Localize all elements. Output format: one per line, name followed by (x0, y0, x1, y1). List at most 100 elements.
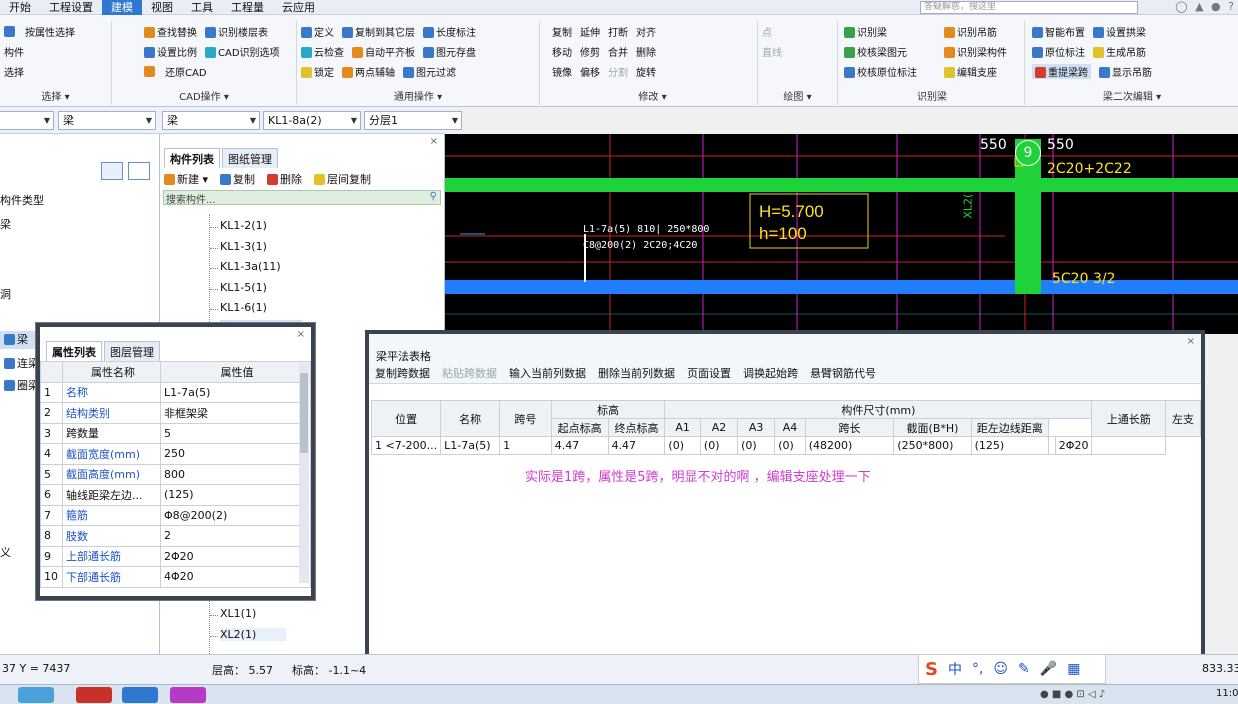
tree-item[interactable]: KL1-5(1) (210, 281, 267, 294)
tab-component-list[interactable]: 构件列表 (164, 148, 220, 168)
arch-beam-button[interactable]: 设置拱梁 (1106, 28, 1146, 39)
tree-item[interactable]: KL1-6(1) (210, 301, 267, 314)
help-search-input[interactable]: 答疑解惑，搜这里 (920, 1, 1138, 14)
copy-button[interactable]: 复制 (552, 24, 572, 39)
show-hanger-checkbox[interactable] (1099, 66, 1110, 78)
table-row[interactable]: 2 结构类别 非框架梁 (40, 402, 311, 424)
copy-component-button[interactable]: 复制 (220, 171, 255, 187)
table-row[interactable]: 1 名称 L1-7a(5) (40, 381, 311, 403)
check-beam-button[interactable]: 校核梁图元 (857, 48, 907, 59)
move-button[interactable]: 移动 (552, 44, 572, 59)
trim-button[interactable]: 修剪 (580, 44, 600, 59)
emoji-icon[interactable]: ☺ (993, 661, 1008, 677)
rotate-button[interactable]: 旋转 (636, 64, 656, 79)
break-button[interactable]: 打断 (608, 24, 628, 39)
copy-to-floor-button[interactable]: 复制到其它层 (355, 28, 415, 39)
filter-button[interactable]: 图元过滤 (416, 68, 456, 79)
close-icon[interactable]: × (1187, 336, 1195, 347)
select-component-button[interactable]: 构件 (4, 44, 24, 59)
taskbar-app-other[interactable] (170, 687, 206, 703)
identify-floor-table-button[interactable]: 识别楼层表 (218, 28, 268, 39)
table-row[interactable]: 4 截面宽度(mm) 250 (40, 443, 311, 465)
cantilever-rebar-code-button[interactable]: 悬臂钢筋代号 (810, 365, 876, 381)
cad-canvas[interactable]: L1-7a(5) 810| 250*800 C8@200(2) 2C20;4C2… (445, 134, 1238, 334)
user-icons[interactable]: ◯ ▲ ● ? (1175, 0, 1236, 13)
tree-item-component-type[interactable]: 构件类型 (0, 192, 44, 208)
handwrite-icon[interactable]: ✎ (1018, 661, 1030, 677)
ribbon-group-label[interactable]: CAD操作 ▾ (112, 88, 296, 103)
offset-button[interactable]: 偏移 (580, 64, 600, 79)
auto-level-button[interactable]: 自动平齐板 (365, 48, 415, 59)
ime-punct-toggle[interactable]: °, (972, 661, 983, 677)
identify-hanger-button[interactable]: 识别吊筋 (957, 28, 997, 39)
menu-project-settings[interactable]: 工程设置 (40, 0, 102, 15)
save-elements-button[interactable]: 图元存盘 (436, 48, 476, 59)
copy-span-data-button[interactable]: 复制跨数据 (375, 365, 430, 381)
length-dim-button[interactable]: 长度标注 (436, 28, 476, 39)
table-row[interactable]: 9 上部通长筋 2Φ20 (40, 545, 311, 567)
tree-item[interactable]: XL1(1) (209, 607, 256, 620)
define-button[interactable]: 定义 (314, 28, 334, 39)
close-icon[interactable]: × (297, 329, 305, 340)
find-replace-button[interactable]: 查找替换 (157, 28, 197, 39)
ribbon-group-label[interactable]: 绘图 ▾ (758, 88, 837, 103)
voice-icon[interactable]: 🎤 (1040, 661, 1057, 677)
table-row[interactable]: 5 截面高度(mm) 800 (40, 463, 311, 485)
grid-view-icon[interactable] (128, 162, 150, 180)
table-row[interactable]: 10 下部通长筋 4Φ20 (40, 566, 311, 588)
page-setup-button[interactable]: 页面设置 (687, 365, 731, 381)
lock-button[interactable]: 锁定 (314, 68, 334, 79)
paste-span-data-button[interactable]: 粘贴跨数据 (442, 365, 497, 381)
taskbar-app-acrobat[interactable] (76, 687, 112, 703)
merge-button[interactable]: 合并 (608, 44, 628, 59)
type-select[interactable]: 梁 ▼ (58, 111, 156, 130)
attribute-scrollbar[interactable] (299, 363, 309, 583)
menu-cloud[interactable]: 云应用 (273, 0, 324, 15)
delete-component-button[interactable]: 删除 (267, 171, 302, 187)
identify-beam-component-button[interactable]: 识别梁构件 (957, 48, 1007, 59)
table-row[interactable]: 1 <7-200... L1-7a(5) 1 4.47 4.47 (0) (0)… (370, 436, 1201, 455)
split-button[interactable]: 分割 (608, 64, 628, 79)
delete-button[interactable]: 删除 (636, 44, 656, 59)
smart-layout-button[interactable]: 智能布置 (1045, 28, 1085, 39)
select-button[interactable]: 选择 (4, 64, 24, 79)
restore-cad-button[interactable]: 还原CAD (165, 64, 207, 79)
menu-tools[interactable]: 工具 (182, 0, 222, 15)
table-row[interactable]: 3 跨数量 5 (40, 422, 311, 444)
ime-lang-toggle[interactable]: 中 (948, 659, 962, 679)
table-row[interactable]: 7 箍筋 Φ8@200(2) (40, 504, 311, 526)
ribbon-group-label[interactable]: 修改 ▾ (548, 88, 757, 103)
ribbon-group-label[interactable]: 通用操作 ▾ (297, 88, 539, 103)
tab-layer-management[interactable]: 图层管理 (104, 341, 160, 361)
draw-line-button[interactable]: 直线 (762, 44, 782, 59)
cloud-check-button[interactable]: 云检查 (314, 48, 344, 59)
sogou-logo-icon[interactable]: S (925, 659, 938, 680)
tree-item-coupling-beam[interactable]: 连梁 (0, 355, 39, 371)
table-row[interactable]: 6 轴线距梁左边... (125) (40, 484, 311, 506)
component-select[interactable]: KL1-8a(2) ▼ (263, 111, 361, 130)
re-extract-span-button[interactable]: 重提梁跨 (1048, 68, 1088, 79)
tab-drawing-management[interactable]: 图纸管理 (222, 148, 278, 168)
edit-support-button[interactable]: 编辑支座 (957, 68, 997, 79)
extend-button[interactable]: 延伸 (580, 24, 600, 39)
close-icon[interactable]: × (430, 136, 438, 147)
tree-item[interactable]: KL1-3a(11) (210, 260, 281, 273)
toolbox-icon[interactable]: ▦ (1067, 661, 1080, 677)
menu-start[interactable]: 开始 (0, 0, 40, 15)
ribbon-group-label[interactable]: 梁二次编辑 ▾ (1028, 88, 1236, 103)
menu-view[interactable]: 视图 (142, 0, 182, 15)
swap-start-span-button[interactable]: 调换起始跨 (743, 365, 798, 381)
cad-options-button[interactable]: CAD识别选项 (218, 48, 280, 59)
copy-between-floors-button[interactable]: 层间复制 (314, 171, 371, 187)
identify-beam-button[interactable]: 识别梁 (857, 28, 887, 39)
table-row[interactable]: 8 肢数 2 (40, 525, 311, 547)
select-by-attr-button[interactable]: 按属性选择 (25, 24, 75, 39)
list-view-icon[interactable] (101, 162, 123, 180)
tree-item[interactable]: KL1-3(1) (210, 240, 267, 253)
taskbar-app-browser[interactable] (18, 687, 54, 703)
new-button[interactable]: 新建 ▾ (164, 171, 208, 187)
check-annotation-button[interactable]: 校核原位标注 (857, 68, 917, 79)
input-column-data-button[interactable]: 输入当前列数据 (509, 365, 586, 381)
taskbar-app-glodon[interactable] (122, 687, 158, 703)
in-situ-annotation-button[interactable]: 原位标注 (1045, 48, 1085, 59)
